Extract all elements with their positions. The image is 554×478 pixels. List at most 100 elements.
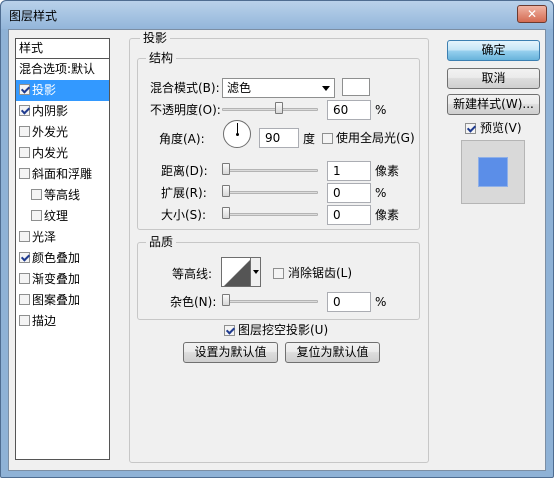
style-list-item-label: 渐变叠加 [32, 272, 81, 286]
anti-alias-checkbox[interactable] [273, 268, 284, 279]
structure-title: 结构 [146, 51, 177, 65]
distance-label: 距离(D): [161, 164, 208, 178]
preview-label[interactable]: 预览(V) [480, 120, 522, 136]
spread-label: 扩展(R): [161, 186, 207, 200]
style-preview [461, 140, 525, 204]
style-list-item-label: 纹理 [44, 209, 69, 223]
distance-slider-track[interactable] [222, 169, 318, 172]
drop-shadow-title: 投影 [140, 31, 171, 45]
size-input[interactable]: 0 [327, 205, 371, 225]
opacity-input[interactable]: 60 [327, 100, 371, 120]
style-list-item[interactable]: 渐变叠加 [16, 269, 109, 290]
style-list-item[interactable]: 内阴影 [16, 101, 109, 122]
contour-curve-icon [222, 258, 250, 286]
distance-slider-thumb[interactable] [222, 163, 230, 175]
style-list-item-label: 投影 [32, 83, 57, 97]
style-list-item[interactable]: 投影 [16, 80, 109, 101]
style-list-item[interactable]: 外发光 [16, 122, 109, 143]
anti-alias-label[interactable]: 消除锯齿(L) [288, 265, 352, 281]
style-checkbox[interactable] [19, 294, 30, 305]
style-checkbox[interactable] [19, 126, 30, 137]
style-list-item-label: 内阴影 [32, 104, 69, 118]
style-checkbox[interactable] [31, 210, 42, 221]
style-checkbox[interactable] [19, 84, 30, 95]
distance-unit: 像素 [375, 164, 400, 178]
chevron-down-icon [322, 86, 330, 91]
style-list-item[interactable]: 光泽 [16, 227, 109, 248]
style-list-item[interactable]: 斜面和浮雕 [16, 164, 109, 185]
spread-input[interactable]: 0 [327, 183, 371, 203]
contour-dropdown-button[interactable] [250, 257, 261, 287]
blend-color-swatch[interactable] [342, 78, 370, 96]
style-list-item[interactable]: 纹理 [16, 206, 109, 227]
cancel-button[interactable]: 取消 [447, 68, 540, 89]
opacity-slider-thumb[interactable] [274, 102, 283, 114]
make-default-button[interactable]: 设置为默认值 [183, 342, 278, 363]
style-list-item[interactable]: 描边 [16, 311, 109, 332]
dialog-body: 样式 混合选项:默认 投影 内阴影 外发光 内发光 斜面和浮雕 等高线 纹理 光泽 颜色叠加 渐变叠… [8, 29, 546, 471]
size-slider-thumb[interactable] [222, 207, 230, 219]
blend-mode-label: 混合模式(B): [150, 81, 220, 95]
style-checkbox[interactable] [19, 105, 30, 116]
size-unit: 像素 [375, 208, 400, 222]
global-light-checkbox[interactable] [322, 133, 333, 144]
style-checkbox[interactable] [19, 147, 30, 158]
style-list-item-label: 描边 [32, 314, 57, 328]
style-list-item-label: 混合选项:默认 [19, 62, 96, 76]
title-bar: 图层样式 ✕ [1, 1, 553, 29]
style-list-item[interactable]: 图案叠加 [16, 290, 109, 311]
opacity-slider-track[interactable] [222, 108, 318, 111]
reset-default-button[interactable]: 复位为默认值 [285, 342, 380, 363]
style-list-item[interactable]: 等高线 [16, 185, 109, 206]
angle-unit: 度 [303, 132, 316, 146]
noise-slider-thumb[interactable] [222, 294, 230, 306]
contour-label: 等高线: [172, 267, 213, 281]
layer-style-dialog: 图层样式 ✕ 样式 混合选项:默认 投影 内阴影 外发光 内发光 斜面和浮雕 等高线 纹理 光泽… [0, 0, 554, 478]
size-slider-track[interactable] [222, 213, 318, 216]
preview-checkbox[interactable] [465, 123, 476, 134]
close-button[interactable]: ✕ [517, 5, 547, 23]
preview-swatch [478, 157, 508, 187]
opacity-unit: % [375, 103, 387, 117]
size-label: 大小(S): [161, 208, 207, 222]
noise-input[interactable]: 0 [327, 292, 371, 312]
noise-slider-track[interactable] [222, 300, 318, 303]
spread-slider-thumb[interactable] [222, 185, 230, 197]
style-checkbox[interactable] [19, 231, 30, 242]
style-list-item[interactable]: 混合选项:默认 [16, 59, 109, 80]
noise-unit: % [375, 295, 387, 309]
angle-label: 角度(A): [159, 132, 205, 146]
style-list-item[interactable]: 颜色叠加 [16, 248, 109, 269]
angle-dial-center [236, 133, 239, 136]
opacity-label: 不透明度(O): [150, 103, 221, 117]
style-checkbox[interactable] [31, 189, 42, 200]
blend-mode-value: 滤色 [227, 81, 252, 95]
ok-button[interactable]: 确定 [447, 40, 540, 61]
angle-dial[interactable] [223, 120, 251, 148]
new-style-button[interactable]: 新建样式(W)... [447, 94, 540, 115]
global-light-label[interactable]: 使用全局光(G) [336, 130, 415, 146]
blend-mode-select[interactable]: 滤色 [222, 78, 335, 98]
contour-picker[interactable] [221, 257, 251, 287]
style-list-item-label: 颜色叠加 [32, 251, 81, 265]
style-checkbox[interactable] [19, 273, 30, 284]
spread-slider-track[interactable] [222, 191, 318, 194]
styles-list-header[interactable]: 样式 [16, 39, 109, 59]
knockout-checkbox[interactable] [224, 325, 235, 336]
noise-label: 杂色(N): [170, 295, 217, 309]
style-checkbox[interactable] [19, 168, 30, 179]
style-list-item-label: 光泽 [32, 230, 57, 244]
distance-input[interactable]: 1 [327, 161, 371, 181]
style-list-item[interactable]: 内发光 [16, 143, 109, 164]
knockout-label[interactable]: 图层挖空投影(U) [238, 322, 328, 338]
style-list-item-label: 等高线 [44, 188, 81, 202]
style-checkbox[interactable] [19, 252, 30, 263]
angle-input[interactable]: 90 [259, 128, 299, 148]
window-title: 图层样式 [9, 9, 58, 23]
style-list-item-label: 图案叠加 [32, 293, 81, 307]
style-checkbox[interactable] [19, 315, 30, 326]
quality-title: 品质 [146, 235, 177, 249]
spread-unit: % [375, 186, 387, 200]
styles-list: 样式 混合选项:默认投影内阴影外发光内发光 斜面和浮雕等高线纹理光泽颜色叠加渐变叠… [15, 38, 110, 460]
style-list-item-label: 外发光 [32, 125, 69, 139]
